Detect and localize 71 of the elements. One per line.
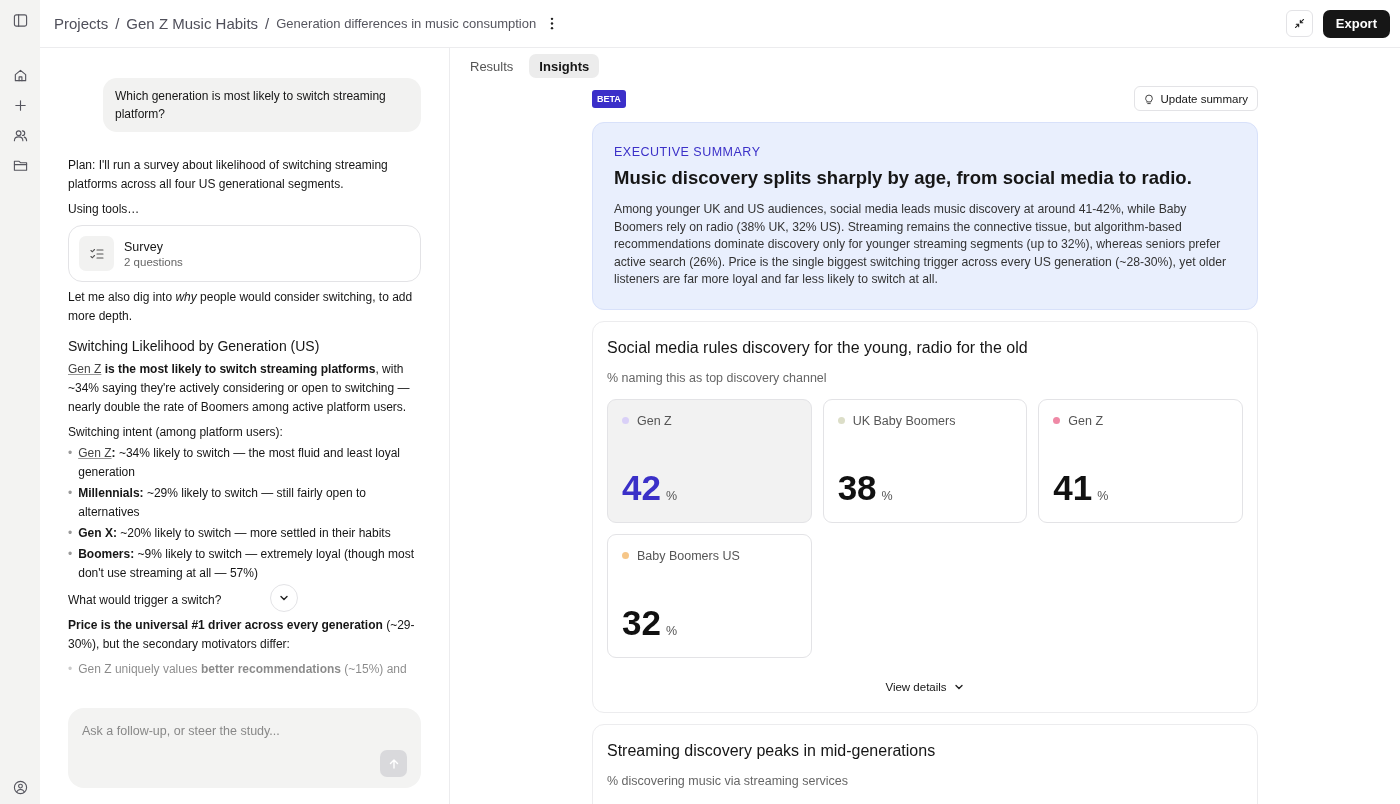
tab[interactable]: Results: [460, 54, 524, 78]
message-field[interactable]: Ask a follow-up, or steer the study...: [68, 708, 421, 788]
stat-label: UK Baby Boomers: [852, 413, 956, 428]
insight-subtitle: % discovering music via streaming services: [607, 773, 850, 788]
insight-subtitle: % naming this as top discovery channel: [607, 370, 828, 385]
stat-card[interactable]: Baby Boomers US 32%: [607, 533, 812, 658]
chat-paragraph: Using tools…: [68, 201, 140, 218]
stat-card[interactable]: Gen Z 42%: [607, 398, 812, 523]
update-summary-button[interactable]: Update summary: [1134, 86, 1258, 111]
tool-card[interactable]: Survey 2 questions: [68, 225, 421, 282]
lightbulb-icon: [1144, 92, 1155, 105]
stat-label: Gen Z: [1068, 413, 1104, 428]
insight-title: Streaming discovery peaks in mid-generations: [607, 741, 937, 760]
collapse-button[interactable]: [1285, 10, 1313, 37]
chat-paragraph: Gen Z is the most likely to switch streaming platforms, with ~34% saying they're actively considering or open to switching — nearly double the rate of Boomers among active platform users.: [68, 361, 411, 416]
home-icon[interactable]: [12, 68, 28, 83]
list-item-text: Gen Z: ~34% likely to switch — the most fluid and least loyal generation: [78, 445, 402, 481]
stat-value: 41: [1053, 467, 1093, 508]
list-item-text: Millennials: ~29% likely to switch — still fairly open to alternatives: [78, 485, 367, 521]
summary-label: EXECUTIVE SUMMARY: [614, 145, 762, 159]
stat-value: 42: [622, 467, 661, 508]
list-item-text: Gen Z uniquely values better recommendations (~15%) and: [78, 661, 407, 678]
bullet: •: [68, 485, 73, 502]
beta-badge: BETA: [592, 89, 626, 108]
collapse-arrows-icon: [1292, 17, 1306, 30]
list-item-text: Boomers: ~9% likely to switch — extremely loyal (though most don't use streaming at all — 57%): [78, 546, 415, 582]
stat-card[interactable]: UK Baby Boomers 38%: [822, 398, 1028, 523]
stat-value: 38: [837, 467, 877, 508]
breadcrumb-link[interactable]: Gen Z Music Habits: [126, 15, 259, 32]
arrow-up-icon: [387, 757, 400, 770]
unit-label: %: [665, 623, 678, 638]
gen-z-link[interactable]: Gen Z: [68, 362, 102, 376]
tool-subtitle: 2 questions: [124, 255, 183, 268]
chat-paragraph: What would trigger a switch?: [68, 592, 222, 609]
breadcrumb-separator: /: [115, 15, 120, 32]
summary-text: Among younger UK and US audiences, social media leads music discovery at around 41-42%, while Baby Boomers rely on radio (38% UK, 32% US). Streaming remains the connective tissue, but algorithm-based recommendations dominate discovery only for younger streaming segments (up to 32%), whereas seniors prefer active search (26%). Price is the single biggest switching trigger across every US generation (~28-30%), yet older listeners are far more loyal and far less likely to switch at all.: [614, 201, 1228, 288]
breadcrumb-link[interactable]: Projects: [54, 15, 109, 32]
gen-z-link[interactable]: Gen Z: [78, 446, 112, 460]
chat-heading: Switching Likelihood by Generation (US): [68, 338, 321, 354]
user-icon[interactable]: [12, 780, 28, 795]
user-message: Which generation is most likely to switch streaming platform?: [103, 78, 421, 132]
tab[interactable]: Insights: [529, 54, 600, 78]
stat-label: Baby Boomers US: [637, 548, 740, 563]
checklist-icon: [79, 236, 114, 271]
export-button[interactable]: Export: [1322, 9, 1390, 38]
unit-label: %: [881, 488, 893, 503]
folder-icon[interactable]: [12, 158, 28, 173]
view-details-button[interactable]: View details: [879, 679, 971, 694]
breadcrumb-separator: /: [265, 15, 270, 32]
chat-paragraph: Plan: I'll run a survey about likelihood of switching streaming platforms across all four US generational segments.: [68, 157, 389, 193]
chat-paragraph: Price is the universal #1 driver across every generation (~29-30%), but the secondary motivators differ:: [68, 617, 416, 653]
bullet: •: [68, 546, 73, 563]
bullet: •: [68, 661, 73, 678]
plus-icon[interactable]: [12, 98, 28, 113]
unit-label: %: [1097, 488, 1109, 503]
bullet: •: [68, 525, 73, 542]
insight-title: Social media rules discovery for the young, radio for the old: [607, 338, 1029, 357]
summary-title: Music discovery splits sharply by age, from social media to radio.: [614, 167, 1193, 189]
more-icon[interactable]: [550, 17, 555, 30]
stat-value: 32: [622, 602, 661, 643]
unit-label: %: [665, 488, 678, 503]
bullet: •: [68, 445, 73, 462]
chat-paragraph: Let me also dig into why people would consider switching, to add more depth.: [68, 289, 414, 325]
tool-title: Survey: [124, 239, 164, 254]
sidebar-toggle-icon[interactable]: [12, 13, 28, 28]
chat-paragraph: Switching intent (among platform users):: [68, 424, 283, 441]
breadcrumb-current: Generation differences in music consumption: [276, 16, 537, 31]
stat-card[interactable]: Gen Z 41%: [1038, 398, 1243, 523]
users-icon[interactable]: [12, 128, 28, 143]
stat-label: Gen Z: [637, 413, 672, 428]
list-item-text: Gen X: ~20% likely to switch — more settled in their habits: [78, 525, 391, 542]
